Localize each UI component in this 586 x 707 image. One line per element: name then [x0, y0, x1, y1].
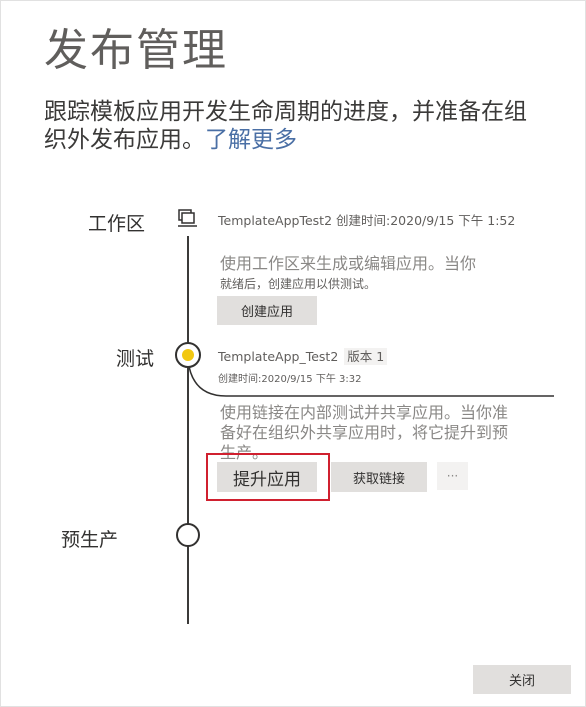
- get-link-button[interactable]: 获取链接: [331, 462, 427, 492]
- stage-node-preprod: [176, 523, 200, 547]
- timeline-line: [187, 236, 189, 624]
- version-badge: 版本 1: [344, 348, 388, 365]
- test-created-time: 创建时间:2020/9/15 下午 3:32: [218, 374, 362, 385]
- test-meta: TemplateApp_Test2 版本 1: [218, 346, 388, 365]
- description: 跟踪模板应用开发生命周期的进度，并准备在组织外发布应用。了解更多: [44, 98, 534, 154]
- stage-label-workspace: 工作区: [88, 213, 146, 235]
- test-app-name: TemplateApp_Test2: [218, 349, 339, 364]
- active-stage-dot: [182, 349, 194, 361]
- workspace-description-line1: 使用工作区来生成或编辑应用。当你: [220, 254, 477, 273]
- workspace-description: 使用工作区来生成或编辑应用。当你 就绪后，创建应用以供测试。: [220, 254, 476, 294]
- workspace-description-line2: 就绪后，创建应用以供测试。: [220, 277, 377, 291]
- stage-node-test: [175, 342, 201, 368]
- stage-label-test: 测试: [116, 348, 155, 370]
- stage-label-preprod: 预生产: [61, 529, 119, 551]
- learn-more-link[interactable]: 了解更多: [205, 127, 297, 153]
- more-options-button[interactable]: ···: [437, 462, 468, 490]
- workspace-icon: [178, 209, 197, 227]
- page-title: 发布管理: [44, 25, 228, 76]
- promote-app-button[interactable]: 提升应用: [217, 462, 317, 492]
- workspace-meta: TemplateAppTest2 创建时间:2020/9/15 下午 1:52: [218, 213, 516, 228]
- close-button[interactable]: 关闭: [473, 665, 571, 694]
- create-app-button[interactable]: 创建应用: [217, 296, 317, 325]
